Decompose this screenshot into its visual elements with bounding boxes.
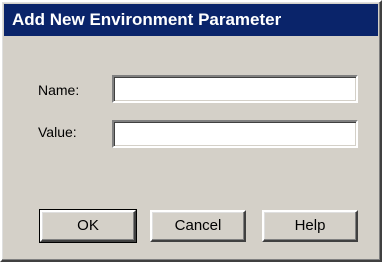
value-input[interactable] (112, 120, 358, 148)
dialog-title: Add New Environment Parameter (12, 10, 282, 29)
value-label: Value: (38, 124, 77, 140)
ok-button[interactable]: OK (39, 209, 137, 243)
name-input[interactable] (112, 75, 358, 103)
name-label: Name: (38, 82, 80, 98)
dialog-title-bar[interactable]: Add New Environment Parameter (4, 4, 378, 36)
cancel-button[interactable]: Cancel (150, 210, 246, 242)
add-environment-parameter-dialog: Add New Environment Parameter Name: Valu… (0, 0, 382, 262)
help-button[interactable]: Help (262, 210, 358, 242)
